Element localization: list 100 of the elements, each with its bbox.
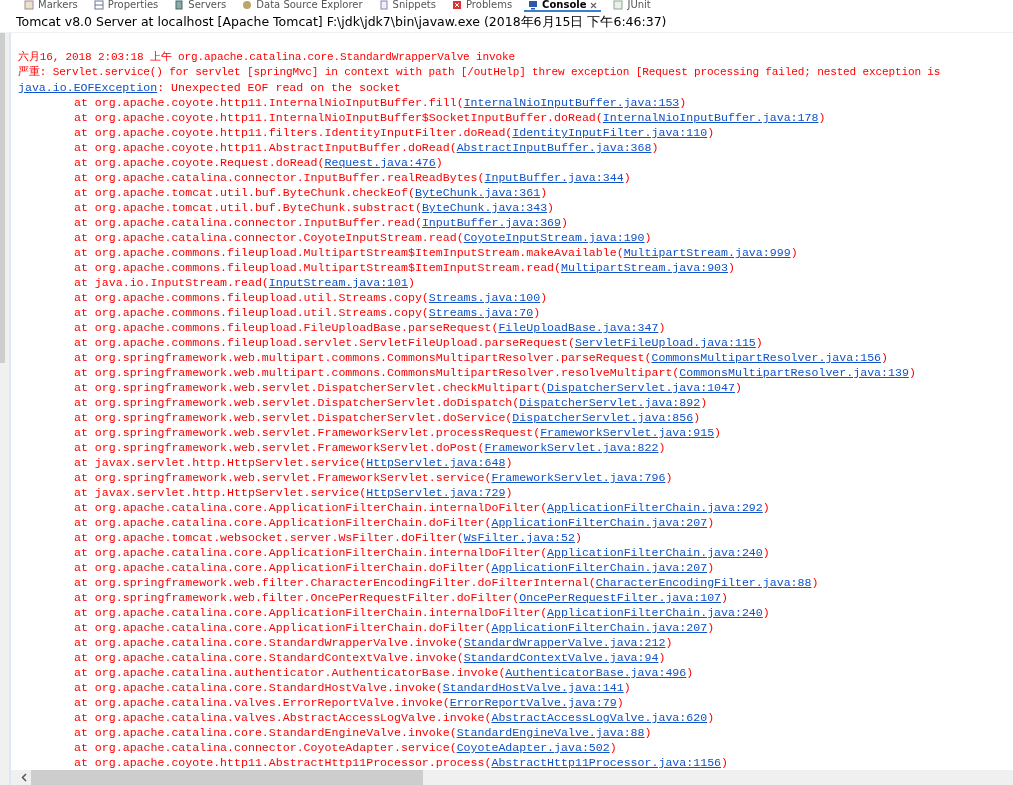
stack-frame-line: at org.apache.coyote.http11.AbstractHttp11Processor.process(AbstractHttp11Processor.java:1156) [73, 755, 729, 770]
stack-frame-line: at org.apache.tomcat.util.buf.ByteChunk.checkEof(ByteChunk.java:361) [73, 185, 549, 200]
page-icon [378, 0, 389, 10]
monitor-icon [528, 0, 539, 10]
source-link[interactable]: ByteChunk.java:361 [414, 186, 541, 199]
view-tab[interactable]: Data Source Explorer [238, 0, 367, 12]
source-link[interactable]: CharacterEncodingFilter.java:88 [595, 576, 812, 589]
source-link[interactable]: InternalNioInputBuffer.java:153 [463, 96, 680, 109]
source-link[interactable]: StandardHostValve.java:141 [442, 681, 624, 694]
source-link[interactable]: AbstractAccessLogValve.java:620 [491, 711, 708, 724]
stack-frame-line: at javax.servlet.http.HttpServlet.service(HttpServlet.java:648) [73, 455, 514, 470]
stack-frame-line: at org.apache.catalina.valves.AbstractAccessLogValve.invoke(AbstractAccessLogValve.java:620) [73, 710, 716, 725]
stack-frame-line: at org.apache.commons.fileupload.MultipartStream$ItemInputStream.read(MultipartStream.java:903) [73, 260, 736, 275]
source-link[interactable]: CommonsMultipartResolver.java:139 [679, 366, 909, 379]
stack-frame-line: at org.apache.catalina.connector.InputBuffer.realReadBytes(InputBuffer.java:344) [73, 170, 632, 185]
stack-frame-line: at org.apache.commons.fileupload.util.Streams.copy(Streams.java:100) [73, 290, 549, 305]
source-link[interactable]: ServletFileUpload.java:115 [574, 336, 756, 349]
view-tab[interactable]: Problems [448, 0, 517, 12]
stack-frame-line: at org.apache.catalina.core.ApplicationFilterChain.doFilter(ApplicationFilterChain.java:207) [73, 620, 716, 635]
source-link[interactable]: StandardContextValve.java:94 [463, 651, 659, 664]
console-title: Tomcat v8.0 Server at localhost [Apache Tomcat] F:\jdk\jdk7\bin\javaw.exe (2018年6月15日 下午6:46:37) [0, 12, 1013, 33]
stack-frame-line: at org.apache.catalina.core.StandardHostValve.invoke(StandardHostValve.java:141) [73, 680, 632, 695]
stack-frame-line: at org.springframework.web.servlet.FrameworkServlet.service(FrameworkServlet.java:796) [73, 470, 674, 485]
view-tab[interactable]: Snippets [374, 0, 440, 12]
source-link[interactable]: HttpServlet.java:729 [366, 486, 506, 499]
log-message: 六月16, 2018 2:03:18 上午 org.apache.catalina.core.StandardWrapperValve invoke [18, 50, 516, 65]
source-link[interactable]: WsFilter.java:52 [463, 531, 575, 544]
source-link[interactable]: AbstractInputBuffer.java:368 [456, 141, 652, 154]
stack-frame-line: at org.apache.catalina.core.ApplicationFilterChain.internalDoFilter(ApplicationFilterChain.java:240) [73, 605, 771, 620]
source-link[interactable]: AbstractHttp11Processor.java:1156 [491, 756, 722, 769]
source-link[interactable]: ApplicationFilterChain.java:207 [491, 621, 708, 634]
stack-frame-line: at org.apache.commons.fileupload.servlet.ServletFileUpload.parseRequest(ServletFileUpload.java:115) [73, 335, 764, 350]
source-link[interactable]: AuthenticatorBase.java:496 [505, 666, 687, 679]
source-link[interactable]: OncePerRequestFilter.java:107 [519, 591, 722, 604]
stack-frame-line: at org.springframework.web.filter.CharacterEncodingFilter.doFilterInternal(CharacterEncodingFilter.java:88) [73, 575, 820, 590]
source-link[interactable]: ApplicationFilterChain.java:240 [547, 606, 763, 619]
view-tab[interactable]: Console [524, 0, 602, 12]
source-link[interactable]: MultipartStream.java:903 [561, 261, 728, 274]
source-link[interactable]: DispatcherServlet.java:856 [512, 411, 694, 424]
scrollbar-thumb[interactable] [31, 770, 423, 785]
close-icon[interactable] [590, 1, 598, 9]
stack-frame-line: at org.apache.catalina.core.StandardContextValve.invoke(StandardContextValve.java:94) [73, 650, 667, 665]
source-link[interactable]: ErrorReportValve.java:79 [449, 696, 617, 709]
source-link[interactable]: DispatcherServlet.java:892 [519, 396, 701, 409]
stack-frame-line: at org.apache.catalina.core.ApplicationFilterChain.doFilter(ApplicationFilterChain.java:207) [73, 560, 716, 575]
view-tab[interactable]: JUnit [609, 0, 655, 12]
source-link[interactable]: ApplicationFilterChain.java:207 [491, 516, 708, 529]
stack-frame-line: at org.apache.coyote.http11.InternalNioInputBuffer$SocketInputBuffer.doRead(InternalNioInputBuffer.java:178) [73, 110, 827, 125]
source-link[interactable]: Request.java:476 [324, 156, 436, 169]
source-link[interactable]: MultipartStream.java:999 [623, 246, 791, 259]
source-link[interactable]: StandardEngineValve.java:88 [456, 726, 645, 739]
view-tab[interactable]: Markers [20, 0, 82, 12]
source-link[interactable]: StandardWrapperValve.java:212 [463, 636, 666, 649]
source-link[interactable]: FileUploadBase.java:347 [498, 321, 659, 334]
stack-frame-line: at org.springframework.web.servlet.FrameworkServlet.processRequest(FrameworkServlet.java:915) [73, 425, 723, 440]
stack-frame-line: at org.apache.catalina.connector.CoyoteInputStream.read(CoyoteInputStream.java:190) [73, 230, 653, 245]
stack-frame-line: at org.apache.catalina.core.ApplicationFilterChain.internalDoFilter(ApplicationFilterChain.java:292) [73, 500, 771, 515]
stack-frame-line: at org.apache.tomcat.websocket.server.WsFilter.doFilter(WsFilter.java:52) [73, 530, 583, 545]
source-link[interactable]: FrameworkServlet.java:915 [540, 426, 715, 439]
source-link[interactable]: InternalNioInputBuffer.java:178 [602, 111, 819, 124]
side-scrollbar[interactable] [0, 33, 11, 785]
source-link[interactable]: InputStream.java:101 [268, 276, 408, 289]
source-link[interactable]: ApplicationFilterChain.java:292 [547, 501, 763, 514]
stack-frame-line: at org.apache.commons.fileupload.MultipartStream$ItemInputStream.makeAvailable(MultipartStream.java:999) [73, 245, 799, 260]
source-link[interactable]: DispatcherServlet.java:1047 [547, 381, 735, 394]
source-link[interactable]: CoyoteInputStream.java:190 [463, 231, 645, 244]
exception-link[interactable]: java.io.EOFException [18, 81, 158, 94]
stack-frame-line: at org.springframework.web.servlet.DispatcherServlet.checkMultipart(DispatcherServlet.java:1047) [73, 380, 743, 395]
stack-frame-line: at org.apache.coyote.Request.doRead(Request.java:476) [73, 155, 444, 170]
view-tab[interactable]: Properties [89, 0, 163, 12]
stack-frame-line: at org.springframework.web.multipart.commons.CommonsMultipartResolver.resolveMultipart(CommonsMultipartResolver.java:139) [73, 365, 917, 380]
view-tab[interactable]: Servers [170, 0, 231, 12]
stack-frame-line: at org.apache.commons.fileupload.util.Streams.copy(Streams.java:70) [73, 305, 542, 320]
source-link[interactable]: FrameworkServlet.java:822 [484, 441, 659, 454]
source-link[interactable]: FrameworkServlet.java:796 [491, 471, 666, 484]
source-link[interactable]: CommonsMultipartResolver.java:156 [651, 351, 882, 364]
source-link[interactable]: IdentityInputFilter.java:110 [512, 126, 708, 139]
stack-frame-line: at org.apache.catalina.valves.ErrorReportValve.invoke(ErrorReportValve.java:79) [73, 695, 625, 710]
stack-frame-line: at org.apache.catalina.core.ApplicationFilterChain.doFilter(ApplicationFilterChain.java:207) [73, 515, 716, 530]
source-link[interactable]: InputBuffer.java:369 [421, 216, 562, 229]
source-link[interactable]: HttpServlet.java:648 [366, 456, 506, 469]
source-link[interactable]: CoyoteAdapter.java:502 [456, 741, 610, 754]
source-link[interactable]: Streams.java:100 [428, 291, 541, 304]
source-link[interactable]: ByteChunk.java:343 [421, 201, 548, 214]
stack-frame-line: at javax.servlet.http.HttpServlet.service(HttpServlet.java:729) [73, 485, 514, 500]
server-icon [174, 0, 185, 10]
source-link[interactable]: ApplicationFilterChain.java:240 [547, 546, 763, 559]
stack-frame-line: at org.apache.coyote.http11.filters.IdentityInputFilter.doRead(IdentityInputFilter.java:110) [73, 125, 716, 140]
horizontal-scrollbar[interactable] [11, 770, 1013, 785]
stack-frame-line: at org.apache.catalina.core.StandardEngineValve.invoke(StandardEngineValve.java:88) [73, 725, 653, 740]
stack-frame-line: at org.apache.catalina.core.StandardWrapperValve.invoke(StandardWrapperValve.java:212) [73, 635, 674, 650]
stack-frame-line: at org.apache.catalina.connector.CoyoteAdapter.service(CoyoteAdapter.java:502) [73, 740, 618, 755]
stack-frame-line: at org.apache.catalina.connector.InputBuffer.read(InputBuffer.java:369) [73, 215, 569, 230]
source-link[interactable]: Streams.java:70 [428, 306, 534, 319]
source-link[interactable]: ApplicationFilterChain.java:207 [491, 561, 708, 574]
scroll-left-icon[interactable] [21, 773, 27, 782]
source-link[interactable]: InputBuffer.java:344 [484, 171, 624, 184]
stack-frame-line: at org.springframework.web.servlet.DispatcherServlet.doDispatch(DispatcherServlet.java:892) [73, 395, 709, 410]
database-icon [242, 0, 253, 10]
stack-frame-line: at org.apache.catalina.core.ApplicationFilterChain.internalDoFilter(ApplicationFilterChain.java:240) [73, 545, 771, 560]
